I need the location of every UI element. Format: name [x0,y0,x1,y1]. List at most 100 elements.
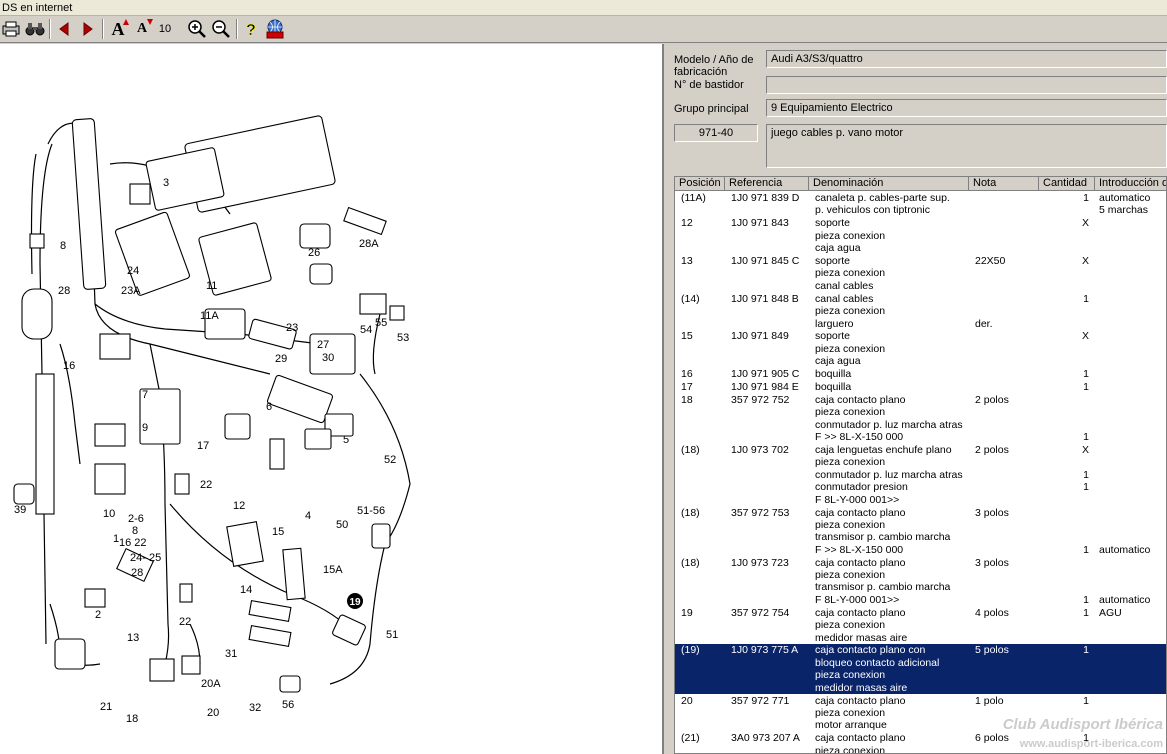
cell-note: der. [975,317,993,330]
zoom-in-button[interactable] [186,18,208,40]
diagram-label[interactable]: 2-6 [128,513,144,525]
column-header[interactable]: Introducción de [1095,177,1166,191]
cell-position: 19 [681,606,693,619]
diagram-label[interactable]: 15A [323,564,343,576]
diagram-label[interactable]: 21 [100,701,112,713]
help-button[interactable]: ? [240,18,262,40]
cell-reference: 1J0 971 984 E [731,381,799,393]
cell-quantity: 1 [1083,368,1089,381]
diagram-label[interactable]: 53 [397,332,409,344]
diagram-label[interactable]: 6 [266,401,272,413]
diagram-label[interactable]: 16 [63,360,75,372]
diagram-label[interactable]: 8 [132,525,138,537]
diagram-label[interactable]: 39 [14,504,26,516]
cell-quantity: 1 [1083,292,1089,305]
diagram-label[interactable]: 11A [200,310,219,322]
diagram-label[interactable]: 55 [375,317,387,329]
cell-quantity: 1 [1083,192,1089,204]
diagram-label[interactable]: 4 [305,510,311,522]
table-row[interactable]: (18) 1J0 973 723 caja contacto plano pieza … [675,556,1166,607]
cell-note: 1 polo [975,694,1004,707]
zoom-out-button[interactable] [210,18,232,40]
diagram-label[interactable]: 31 [225,648,237,660]
print-button[interactable] [0,18,22,40]
zoom-in-icon [188,20,206,38]
table-row[interactable]: (18) 1J0 973 702 caja lenguetas enchufe pl… [675,444,1166,507]
diagram-label[interactable]: 17 [197,440,209,452]
diagram-label[interactable]: 2 [95,609,101,621]
diagram-label[interactable]: 16 22 [119,537,147,549]
diagram-label[interactable]: 28A [359,238,379,250]
column-header[interactable]: Nota [969,177,1039,191]
diagram-label[interactable]: 14 [240,584,252,596]
table-row[interactable]: 17 1J0 971 984 E boquilla 1 [675,381,1166,394]
triangle-up-icon [123,19,129,25]
diagram-label[interactable]: 11 [206,280,217,292]
diagram-label[interactable]: 50 [336,519,348,531]
diagram-label[interactable]: 13 [127,632,139,644]
table-row[interactable]: (18) 357 972 753 caja contacto plano pieza … [675,507,1166,557]
column-header[interactable]: Denominación [809,177,969,191]
table-row[interactable]: 18 357 972 752 caja contacto plano pieza co… [675,394,1166,444]
diagram-label[interactable]: 54 [360,324,372,336]
diagram-label[interactable]: 22 [200,479,212,491]
diagram-label[interactable]: 56 [282,699,294,711]
diagram-label[interactable]: 9 [142,422,148,434]
cell-denomination: caja contacto plano con bloqueo contacto … [815,644,940,694]
cell-note: 4 polos [975,606,1009,619]
cell-note: 3 polos [975,556,1009,569]
diagram-label[interactable]: 8 [60,240,66,252]
cell-position: (18) [681,444,700,456]
table-row[interactable]: (19) 1J0 973 775 A caja contacto plano con… [675,644,1166,695]
table-row[interactable]: 16 1J0 971 905 C boquilla 1 [675,368,1166,381]
diagram-label[interactable]: 51-56 [357,505,385,517]
column-header[interactable]: Cantidad [1039,177,1095,191]
subgroup-description: juego cables p. vano motor [766,124,1167,168]
diagram-label[interactable]: 10 [103,508,115,520]
font-decrease-button[interactable]: A [131,18,153,40]
diagram-label[interactable]: 32 [249,702,261,714]
diagram-label[interactable]: 30 [322,352,334,364]
diagram-label[interactable]: 27 [317,339,329,351]
table-row[interactable]: 15 1J0 971 849 soporte pieza conexion caja a… [675,330,1166,368]
diagram-label[interactable]: 52 [384,454,396,466]
diagram-label[interactable]: 22 [179,616,191,628]
diagram-label[interactable]: 24 [127,265,139,277]
parts-table: Posición Referencia Denominación Nota Cantid… [674,176,1167,754]
table-row[interactable]: 13 1J0 971 845 C soporte pieza conexion cana… [675,255,1166,293]
cell-introduction: AGU [1099,606,1122,619]
diagram-label[interactable]: 23A [121,285,141,297]
internet-button[interactable] [264,18,286,40]
chassis-field[interactable] [766,76,1167,94]
diagram-label[interactable]: 7 [142,389,148,401]
previous-button[interactable] [53,18,75,40]
callout-19[interactable]: 19 [349,597,361,608]
table-row[interactable]: (11A) 1J0 971 839 D canaleta p. cables-par… [675,192,1166,217]
diagram-label[interactable]: 3 [163,177,169,189]
cell-denomination: soporte pieza conexion caja agua [815,330,886,368]
diagram-label[interactable]: 18 [126,713,138,725]
table-row[interactable]: 19 357 972 754 caja contacto plano pieza co… [675,606,1166,645]
diagram-label[interactable]: 23 [286,322,298,334]
diagram-label[interactable]: 24- 25 [130,552,161,564]
diagram-label[interactable]: 29 [275,353,287,365]
diagram-label[interactable]: 15 [272,526,284,538]
column-header[interactable]: Referencia [725,177,809,191]
cell-introduction: automatico 5 marchas [1099,192,1151,217]
column-header[interactable]: Posición [675,177,725,191]
diagram-label[interactable]: 28 [58,285,70,297]
table-row[interactable]: (14) 1J0 971 848 B canal cables pieza conex… [675,292,1166,331]
find-button[interactable] [24,18,46,40]
next-button[interactable] [77,18,99,40]
diagram-label[interactable]: 12 [233,500,245,512]
table-row[interactable]: 12 1J0 971 843 soporte pieza conexion caja a… [675,217,1166,255]
diagram-label[interactable]: 26 [308,247,320,259]
diagram-label[interactable]: 28 [131,567,143,579]
diagram-label[interactable]: 20 [207,707,219,719]
print-icon [2,21,20,37]
diagram-label[interactable]: 51 [386,629,398,641]
diagram-label[interactable]: 5 [343,434,349,446]
diagram-label[interactable]: 20A [201,678,221,690]
font-increase-button[interactable]: A [107,18,129,40]
cell-reference: 1J0 971 849 [731,330,789,343]
